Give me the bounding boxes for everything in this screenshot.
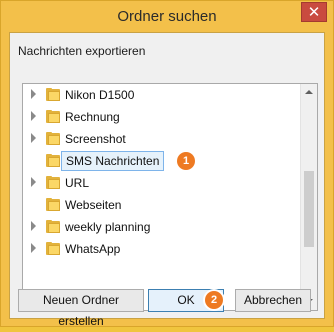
tree-item-label: Screenshot xyxy=(65,132,126,146)
title-bar: Ordner suchen ✕ xyxy=(1,1,333,34)
tree-item-label: Rechnung xyxy=(65,110,120,124)
folder-icon xyxy=(46,176,60,189)
folder-icon xyxy=(46,110,60,123)
tree-item-label: weekly planning xyxy=(65,220,151,234)
ok-button-label: OK xyxy=(177,293,195,307)
tree-item-webseiten[interactable]: Webseiten xyxy=(23,194,288,216)
folder-tree[interactable]: Nikon D1500 Rechnung Screenshot SMS Nach… xyxy=(22,83,318,311)
tree-item-label: WhatsApp xyxy=(65,242,121,256)
folder-icon xyxy=(46,220,60,233)
tree-item-label: Webseiten xyxy=(65,198,122,212)
folder-icon xyxy=(46,88,60,101)
dialog-content: Nachrichten exportieren Nikon D1500 Rech… xyxy=(9,32,325,328)
tree-item-weekly-planning[interactable]: weekly planning xyxy=(23,216,288,238)
tree-item-label: URL xyxy=(65,176,90,190)
expand-arrow-icon[interactable] xyxy=(31,243,36,253)
close-icon: ✕ xyxy=(307,3,321,21)
tree-item-url[interactable]: URL xyxy=(23,172,288,194)
expand-arrow-icon[interactable] xyxy=(31,133,36,143)
tree-item-label: Nikon D1500 xyxy=(65,88,135,102)
cancel-button[interactable]: Abbrechen xyxy=(235,289,311,312)
folder-icon xyxy=(46,132,60,145)
step-badge-2: 2 xyxy=(205,291,223,309)
expand-arrow-icon[interactable] xyxy=(31,221,36,231)
window-title: Ordner suchen xyxy=(117,8,217,25)
expand-arrow-icon[interactable] xyxy=(31,111,36,121)
folder-icon xyxy=(46,242,60,255)
scrollbar-thumb[interactable] xyxy=(304,170,314,247)
new-folder-button[interactable]: Neuen Ordner erstellen xyxy=(18,289,144,328)
tree-item-nikon-d1500[interactable]: Nikon D1500 xyxy=(23,84,288,106)
step-badge-1: 1 xyxy=(177,152,195,170)
folder-icon xyxy=(46,154,60,167)
tree-item-whatsapp[interactable]: WhatsApp xyxy=(23,238,288,260)
tree-item-sms-nachrichten[interactable]: SMS Nachrichten 1 xyxy=(23,150,288,172)
vertical-scrollbar[interactable] xyxy=(300,84,317,310)
folder-icon xyxy=(46,198,60,211)
tree-item-rechnung[interactable]: Rechnung xyxy=(23,106,288,128)
folder-browser-dialog: Ordner suchen ✕ Nachrichten exportieren … xyxy=(0,0,334,328)
tree-item-screenshot[interactable]: Screenshot xyxy=(23,128,288,150)
scroll-up-arrow-icon[interactable] xyxy=(301,84,318,101)
expand-arrow-icon[interactable] xyxy=(31,89,36,99)
tree-item-label: SMS Nachrichten xyxy=(61,151,165,171)
close-button[interactable]: ✕ xyxy=(301,2,327,22)
dialog-description: Nachrichten exportieren xyxy=(18,44,146,58)
expand-arrow-icon[interactable] xyxy=(31,177,36,187)
